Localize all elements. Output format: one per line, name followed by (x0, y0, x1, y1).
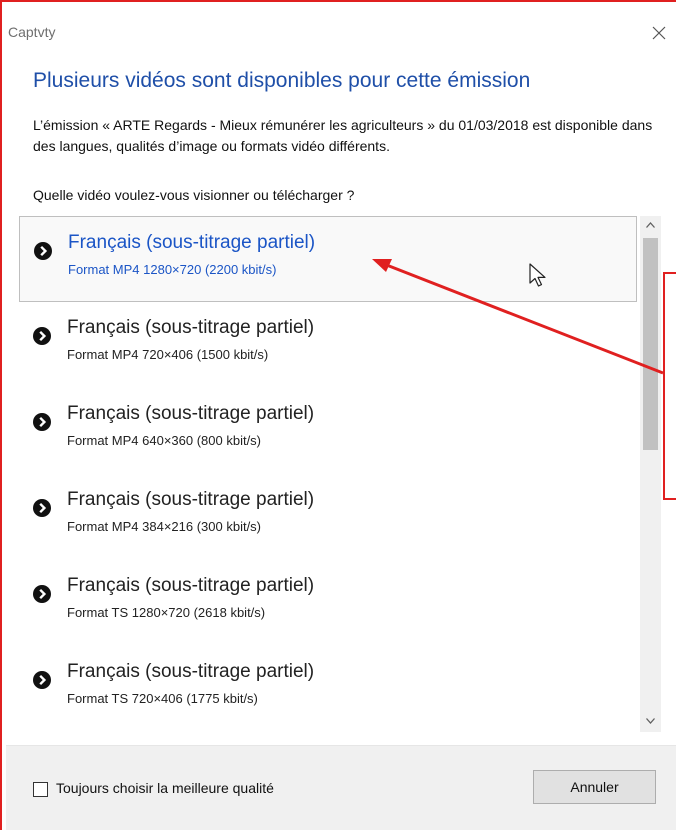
chevron-down-icon (646, 718, 655, 724)
dialog-footer: Toujours choisir la meilleure qualité An… (6, 746, 676, 830)
close-icon (652, 26, 666, 40)
chevron-circle-icon (33, 327, 51, 345)
video-option[interactable]: Français (sous-titrage partiel) Format MP… (19, 216, 637, 302)
video-option-title: Français (sous-titrage partiel) (67, 317, 315, 338)
title-bar: Captvty (6, 14, 676, 48)
dialog-heading: Plusieurs vidéos sont disponibles pour c… (33, 69, 531, 92)
best-quality-checkbox[interactable] (33, 782, 48, 797)
video-option-title: Français (sous-titrage partiel) (67, 489, 315, 510)
video-option-title: Français (sous-titrage partiel) (67, 403, 315, 424)
chevron-circle-icon (33, 671, 51, 689)
video-option[interactable]: Français (sous-titrage partiel) Format TS… (19, 646, 637, 732)
scroll-down-button[interactable] (640, 712, 661, 732)
chevron-circle-icon (33, 413, 51, 431)
close-button[interactable] (642, 18, 676, 48)
scroll-thumb[interactable] (643, 238, 658, 450)
best-quality-label[interactable]: Toujours choisir la meilleure qualité (56, 780, 274, 796)
window-title: Captvty (8, 24, 56, 40)
video-option-format: Format MP4 720×406 (1500 kbit/s) (67, 347, 269, 362)
video-option-title: Français (sous-titrage partiel) (67, 661, 315, 682)
chevron-up-icon (646, 222, 655, 228)
video-option-title: Français (sous-titrage partiel) (68, 232, 316, 253)
video-option[interactable]: Français (sous-titrage partiel) Format MP… (19, 302, 637, 388)
chevron-circle-icon (34, 242, 52, 260)
video-option-format: Format TS 1280×720 (2618 kbit/s) (67, 605, 266, 620)
video-option-format: Format TS 720×406 (1775 kbit/s) (67, 691, 258, 706)
dialog-prompt: Quelle vidéo voulez-vous visionner ou té… (33, 187, 355, 203)
dialog-description: L’émission « ARTE Regards - Mieux rémuné… (33, 117, 653, 154)
video-option-format: Format MP4 1280×720 (2200 kbit/s) (68, 262, 277, 277)
vertical-scrollbar[interactable] (640, 216, 661, 732)
annotation-callout-box (663, 272, 676, 500)
video-option-format: Format MP4 384×216 (300 kbit/s) (67, 519, 262, 534)
video-option[interactable]: Français (sous-titrage partiel) Format MP… (19, 474, 637, 560)
video-option[interactable]: Français (sous-titrage partiel) Format TS… (19, 560, 637, 646)
chevron-circle-icon (33, 499, 51, 517)
chevron-circle-icon (33, 585, 51, 603)
cancel-button[interactable]: Annuler (533, 770, 656, 804)
video-list[interactable]: Français (sous-titrage partiel) Format MP… (19, 216, 661, 732)
scroll-up-button[interactable] (640, 216, 661, 236)
mouse-pointer-icon (529, 263, 546, 287)
video-option-format: Format MP4 640×360 (800 kbit/s) (67, 433, 262, 448)
video-option-title: Français (sous-titrage partiel) (67, 575, 315, 596)
video-option[interactable]: Français (sous-titrage partiel) Format MP… (19, 388, 637, 474)
